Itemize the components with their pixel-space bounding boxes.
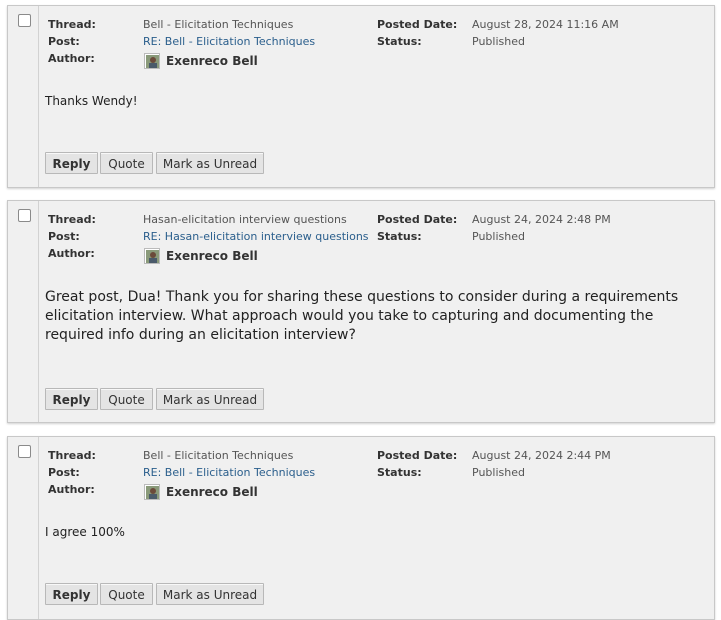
post-body: Thanks Wendy! bbox=[45, 94, 138, 108]
thread-label: Thread: bbox=[48, 18, 96, 31]
author: Exenreco Bell bbox=[144, 484, 258, 500]
post-gutter bbox=[8, 201, 39, 422]
quote-button[interactable]: Quote bbox=[100, 583, 153, 605]
author-name[interactable]: Exenreco Bell bbox=[166, 54, 258, 68]
posted-date-label: Posted Date: bbox=[377, 213, 458, 226]
author: Exenreco Bell bbox=[144, 248, 258, 264]
select-post-checkbox[interactable] bbox=[18, 209, 31, 222]
posted-date-label: Posted Date: bbox=[377, 18, 458, 31]
post-gutter bbox=[8, 437, 39, 619]
post-link[interactable]: RE: Hasan-elicitation interview question… bbox=[143, 230, 369, 243]
post-card: Thread: Bell - Elicitation Techniques Po… bbox=[7, 436, 715, 620]
author-name[interactable]: Exenreco Bell bbox=[166, 249, 258, 263]
post-link[interactable]: RE: Bell - Elicitation Techniques bbox=[143, 35, 315, 48]
post-card: Thread: Hasan-elicitation interview ques… bbox=[7, 200, 715, 423]
quote-button[interactable]: Quote bbox=[100, 388, 153, 410]
mark-as-unread-button[interactable]: Mark as Unread bbox=[156, 388, 264, 410]
thread-value: Bell - Elicitation Techniques bbox=[143, 449, 294, 462]
author-label: Author: bbox=[48, 247, 95, 260]
author-name[interactable]: Exenreco Bell bbox=[166, 485, 258, 499]
post-body: Great post, Dua! Thank you for sharing t… bbox=[45, 289, 679, 343]
mark-as-unread-button[interactable]: Mark as Unread bbox=[156, 583, 264, 605]
thread-label: Thread: bbox=[48, 449, 96, 462]
post-body: I agree 100% bbox=[45, 525, 125, 539]
status-label: Status: bbox=[377, 466, 422, 479]
status-value: Published bbox=[472, 466, 525, 479]
post-card: Thread: Bell - Elicitation Techniques Po… bbox=[7, 5, 715, 188]
select-post-checkbox[interactable] bbox=[18, 14, 31, 27]
posted-date-value: August 24, 2024 2:44 PM bbox=[472, 449, 611, 462]
reply-button[interactable]: Reply bbox=[45, 583, 98, 605]
avatar-icon bbox=[144, 53, 160, 69]
thread-label: Thread: bbox=[48, 213, 96, 226]
status-label: Status: bbox=[377, 35, 422, 48]
post-link[interactable]: RE: Bell - Elicitation Techniques bbox=[143, 466, 315, 479]
post-label: Post: bbox=[48, 466, 80, 479]
author-label: Author: bbox=[48, 483, 95, 496]
reply-button[interactable]: Reply bbox=[45, 152, 98, 174]
quote-button[interactable]: Quote bbox=[100, 152, 153, 174]
posted-date-value: August 24, 2024 2:48 PM bbox=[472, 213, 611, 226]
posted-date-value: August 28, 2024 11:16 AM bbox=[472, 18, 619, 31]
post-label: Post: bbox=[48, 35, 80, 48]
mark-as-unread-button[interactable]: Mark as Unread bbox=[156, 152, 264, 174]
thread-value: Hasan-elicitation interview questions bbox=[143, 213, 347, 226]
post-label: Post: bbox=[48, 230, 80, 243]
avatar-icon bbox=[144, 248, 160, 264]
reply-button[interactable]: Reply bbox=[45, 388, 98, 410]
status-value: Published bbox=[472, 230, 525, 243]
author: Exenreco Bell bbox=[144, 53, 258, 69]
select-post-checkbox[interactable] bbox=[18, 445, 31, 458]
thread-value: Bell - Elicitation Techniques bbox=[143, 18, 294, 31]
posted-date-label: Posted Date: bbox=[377, 449, 458, 462]
status-label: Status: bbox=[377, 230, 422, 243]
post-gutter bbox=[8, 6, 39, 187]
status-value: Published bbox=[472, 35, 525, 48]
author-label: Author: bbox=[48, 52, 95, 65]
avatar-icon bbox=[144, 484, 160, 500]
